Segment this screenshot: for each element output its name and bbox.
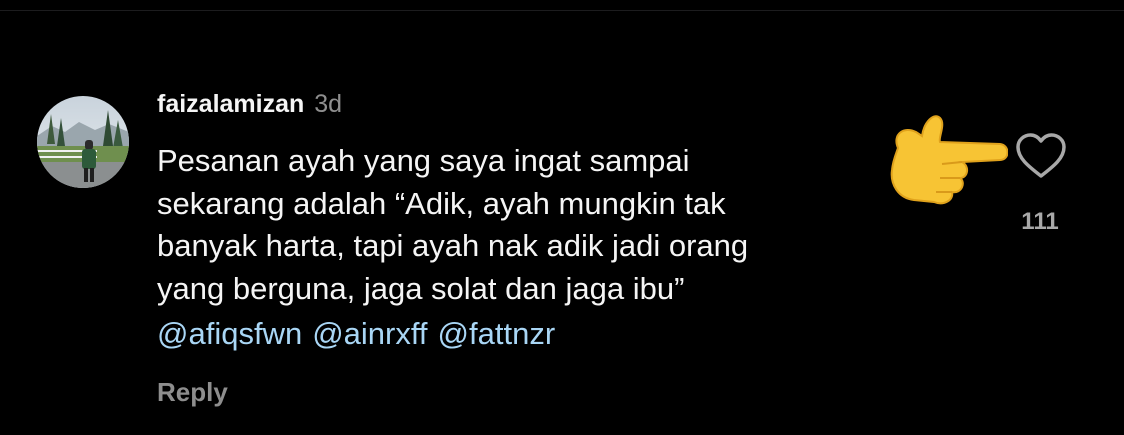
like-button[interactable] [1014, 132, 1068, 180]
avatar-photo [37, 96, 129, 188]
comment-text: Pesanan ayah yang saya ingat sampai seka… [157, 143, 749, 306]
username[interactable]: faizalamizan [157, 90, 304, 119]
like-count: 111 [1021, 208, 1059, 235]
comment-header: faizalamizan 3d [157, 90, 342, 120]
avatar[interactable] [37, 96, 129, 188]
mention-link[interactable]: @afiqsfwn [157, 316, 302, 351]
heart-outline-icon [1016, 133, 1066, 178]
backhand-index-pointing-right-emoji-icon [878, 108, 1009, 208]
mentions: @afiqsfwn @ainrxff @fattnzr [157, 314, 555, 354]
reply-button[interactable]: Reply [157, 377, 228, 408]
mention-link[interactable]: @ainrxff [312, 316, 427, 351]
mention-link[interactable]: @fattnzr [438, 316, 556, 351]
top-divider [0, 0, 1124, 11]
timestamp: 3d [314, 90, 343, 118]
